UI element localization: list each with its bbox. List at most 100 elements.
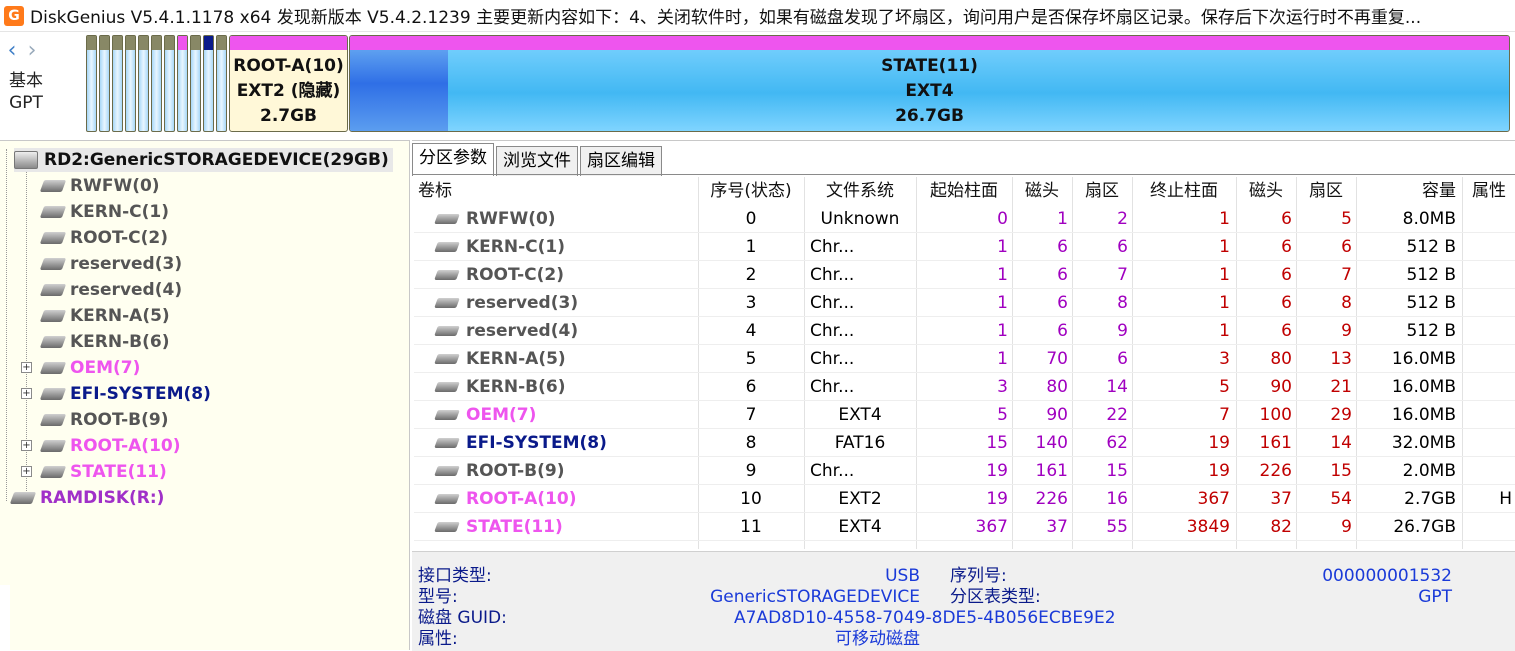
tree-item-kern-b[interactable]: KERN-B(6) bbox=[39, 330, 170, 354]
column-header-capacity[interactable]: 容量 bbox=[1356, 177, 1456, 205]
row-cell-ss: 62 bbox=[1106, 433, 1128, 453]
row-cell-sh: 6 bbox=[1057, 237, 1068, 257]
row-volume-label: OEM(7) bbox=[434, 401, 536, 429]
row-cell-fs: Chr... bbox=[810, 377, 855, 397]
row-cell-attr bbox=[1462, 401, 1512, 429]
partition-block-small[interactable] bbox=[125, 35, 136, 132]
tree-disk-node[interactable]: RD2:GenericSTORAGEDEVICE(29GB) bbox=[14, 148, 393, 172]
row-cell-attr bbox=[1462, 261, 1512, 289]
tab-partition-params[interactable]: 分区参数 bbox=[412, 143, 494, 176]
detail-panel: 分区参数 浏览文件 扇区编辑 卷标 序号(状态) 文件系统 起始柱面 磁头 扇区… bbox=[412, 140, 1515, 651]
row-cell-sc: 1 bbox=[997, 321, 1008, 341]
row-cell-ec: 7 bbox=[1219, 405, 1230, 425]
table-row[interactable]: STATE(11) 11 EXT4 367 37 55 3849 82 9 26.7GB bbox=[414, 513, 1515, 541]
row-volume-label-text: RWFW(0) bbox=[466, 209, 556, 229]
table-row[interactable]: KERN-C(1) 1 Chr... 1 6 6 1 6 6 512 B bbox=[414, 233, 1515, 261]
tree-item-reserved-4[interactable]: reserved(4) bbox=[39, 278, 182, 302]
partition-table-type-value: GPT bbox=[1418, 587, 1452, 607]
table-row[interactable]: KERN-A(5) 5 Chr... 1 70 6 3 80 13 16.0MB bbox=[414, 345, 1515, 373]
tree-item-root-b[interactable]: ROOT-B(9) bbox=[39, 408, 169, 432]
column-header-start-head[interactable]: 磁头 bbox=[1012, 177, 1072, 205]
disk-guid-value: A7AD8D10-4558-7049-8DE5-4B056ECBE9E2 bbox=[734, 608, 1116, 628]
row-cell-ec: 3849 bbox=[1186, 517, 1230, 537]
row-cell-eh: 90 bbox=[1270, 377, 1292, 397]
partition-block-small[interactable] bbox=[99, 35, 110, 132]
partition-icon bbox=[39, 362, 67, 374]
partition-block-root-a[interactable]: ROOT-A(10) EXT2 (隐藏) 2.7GB bbox=[229, 35, 348, 132]
partition-block-efi[interactable] bbox=[203, 35, 214, 132]
state-block-label: STATE(11) EXT4 26.7GB bbox=[350, 54, 1509, 129]
column-header-end-cylinder[interactable]: 终止柱面 bbox=[1132, 177, 1236, 205]
tab-browse-files[interactable]: 浏览文件 bbox=[496, 146, 578, 176]
root-a-block-label: ROOT-A(10) EXT2 (隐藏) 2.7GB bbox=[230, 54, 347, 129]
column-header-start-cylinder[interactable]: 起始柱面 bbox=[916, 177, 1012, 205]
partition-block-small[interactable] bbox=[164, 35, 175, 132]
row-cell-ec: 1 bbox=[1219, 265, 1230, 285]
column-header-index[interactable]: 序号(状态) bbox=[698, 177, 804, 205]
row-cell-es: 29 bbox=[1330, 405, 1352, 425]
tab-sector-edit[interactable]: 扇区编辑 bbox=[580, 146, 662, 176]
tree-item-label: ROOT-C(2) bbox=[70, 228, 168, 248]
expand-toggle-state[interactable]: + bbox=[21, 466, 32, 477]
row-volume-label-text: ROOT-C(2) bbox=[466, 265, 564, 285]
tree-item-oem[interactable]: OEM(7) bbox=[39, 356, 140, 380]
state-block-fs: EXT4 bbox=[905, 81, 954, 101]
partition-block-state[interactable]: STATE(11) EXT4 26.7GB bbox=[349, 35, 1510, 132]
row-cell-ec: 3 bbox=[1219, 349, 1230, 369]
table-row[interactable]: ROOT-A(10) 10 EXT2 19 226 16 367 37 54 2.7GB H bbox=[414, 485, 1515, 513]
column-header-end-head[interactable]: 磁头 bbox=[1236, 177, 1296, 205]
row-cell-ss: 16 bbox=[1106, 489, 1128, 509]
row-cell-sc: 5 bbox=[997, 405, 1008, 425]
table-row[interactable]: KERN-B(6) 6 Chr... 3 80 14 5 90 21 16.0MB bbox=[414, 373, 1515, 401]
row-cell-attr bbox=[1462, 429, 1512, 457]
next-disk-arrow-icon[interactable]: › bbox=[24, 38, 40, 64]
tree-item-state[interactable]: STATE(11) bbox=[39, 460, 167, 484]
partition-block-small[interactable] bbox=[190, 35, 201, 132]
table-row[interactable]: ROOT-C(2) 2 Chr... 1 6 7 1 6 7 512 B bbox=[414, 261, 1515, 289]
row-cell-eh: 82 bbox=[1270, 517, 1292, 537]
row-cell-sh: 6 bbox=[1057, 293, 1068, 313]
row-volume-label: KERN-C(1) bbox=[434, 233, 565, 261]
partition-icon bbox=[434, 466, 460, 476]
row-cell-eh: 6 bbox=[1281, 209, 1292, 229]
row-volume-label: STATE(11) bbox=[434, 513, 563, 541]
tree-item-kern-c[interactable]: KERN-C(1) bbox=[39, 200, 170, 224]
tree-item-root-c[interactable]: ROOT-C(2) bbox=[39, 226, 168, 250]
tree-item-reserved-3[interactable]: reserved(3) bbox=[39, 252, 182, 276]
expand-toggle-oem[interactable]: + bbox=[21, 362, 32, 373]
table-row[interactable]: RWFW(0) 0 Unknown 0 1 2 1 6 5 8.0MB bbox=[414, 205, 1515, 233]
tree-item-label: STATE(11) bbox=[70, 462, 167, 482]
column-header-end-sector[interactable]: 扇区 bbox=[1296, 177, 1356, 205]
partition-block-small[interactable] bbox=[138, 35, 149, 132]
partition-icon bbox=[434, 298, 460, 308]
column-header-filesystem[interactable]: 文件系统 bbox=[804, 177, 916, 205]
table-row[interactable]: ROOT-B(9) 9 Chr... 19 161 15 19 226 15 2.0MB bbox=[414, 457, 1515, 485]
column-header-start-sector[interactable]: 扇区 bbox=[1072, 177, 1132, 205]
table-row[interactable]: reserved(4) 4 Chr... 1 6 9 1 6 9 512 B bbox=[414, 317, 1515, 345]
column-header-attributes[interactable]: 属性 bbox=[1462, 177, 1515, 205]
tree-item-rwfw[interactable]: RWFW(0) bbox=[39, 174, 160, 198]
expand-toggle-efi[interactable]: + bbox=[21, 388, 32, 399]
column-header-label[interactable]: 卷标 bbox=[418, 177, 452, 205]
row-cell-ss: 6 bbox=[1117, 237, 1128, 257]
table-row[interactable]: reserved(3) 3 Chr... 1 6 8 1 6 8 512 B bbox=[414, 289, 1515, 317]
row-cell-attr bbox=[1462, 373, 1512, 401]
table-row[interactable]: EFI-SYSTEM(8) 8 FAT16 15 140 62 19 161 14 32.0MB bbox=[414, 429, 1515, 457]
tree-item-efi-system[interactable]: EFI-SYSTEM(8) bbox=[39, 382, 211, 406]
partition-block-small[interactable] bbox=[151, 35, 162, 132]
partition-block-small[interactable] bbox=[216, 35, 227, 132]
partition-block-oem[interactable] bbox=[177, 35, 188, 132]
partition-block-small[interactable] bbox=[86, 35, 97, 132]
expand-toggle-root-a[interactable]: + bbox=[21, 440, 32, 451]
tree-item-kern-a[interactable]: KERN-A(5) bbox=[39, 304, 170, 328]
interface-type-label: 接口类型: bbox=[418, 566, 492, 586]
table-row[interactable]: OEM(7) 7 EXT4 5 90 22 7 100 29 16.0MB bbox=[414, 401, 1515, 429]
partition-block-small[interactable] bbox=[112, 35, 123, 132]
disk-kind: 基本 GPT bbox=[4, 70, 48, 114]
tree-item-root-a[interactable]: ROOT-A(10) bbox=[39, 434, 181, 458]
previous-disk-arrow-icon[interactable]: ‹ bbox=[4, 38, 20, 64]
tree-item-label: ROOT-B(9) bbox=[70, 410, 169, 430]
tree-item-label: KERN-C(1) bbox=[70, 202, 170, 222]
row-cell-sh: 6 bbox=[1057, 321, 1068, 341]
tree-item-ramdisk[interactable]: RAMDISK(R:) bbox=[9, 486, 164, 510]
